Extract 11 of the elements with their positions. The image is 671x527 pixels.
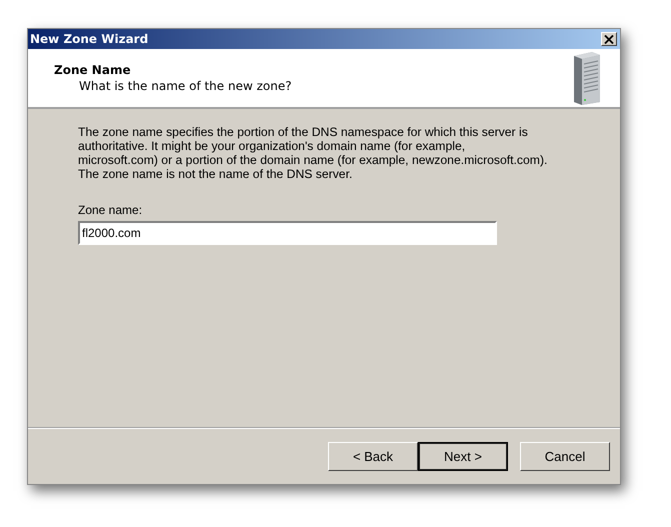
wizard-button[interactable]: Cancel: [520, 442, 610, 470]
close-icon: [604, 34, 614, 44]
zone-name-field[interactable]: fl2000.com: [78, 221, 497, 245]
close-button[interactable]: [601, 32, 617, 46]
wizard-button[interactable]: Next >: [418, 442, 508, 470]
wizard-button[interactable]: < Back: [328, 442, 418, 470]
window-title: New Zone Wizard: [30, 32, 148, 46]
zone-name-label: Zone name:: [78, 203, 142, 217]
page-subtitle: What is the name of the new zone?: [78, 79, 292, 93]
page-title: Zone Name: [54, 63, 132, 77]
description-text: The zone name specifies the portion of the DNS namespace for which this server is authoritative. It might be your organization's domain name (for example, microsoft.com) or a portion of the domain name (for example, newzone.microsoft.com). The zone name is not the name of the DNS server.: [78, 125, 548, 181]
